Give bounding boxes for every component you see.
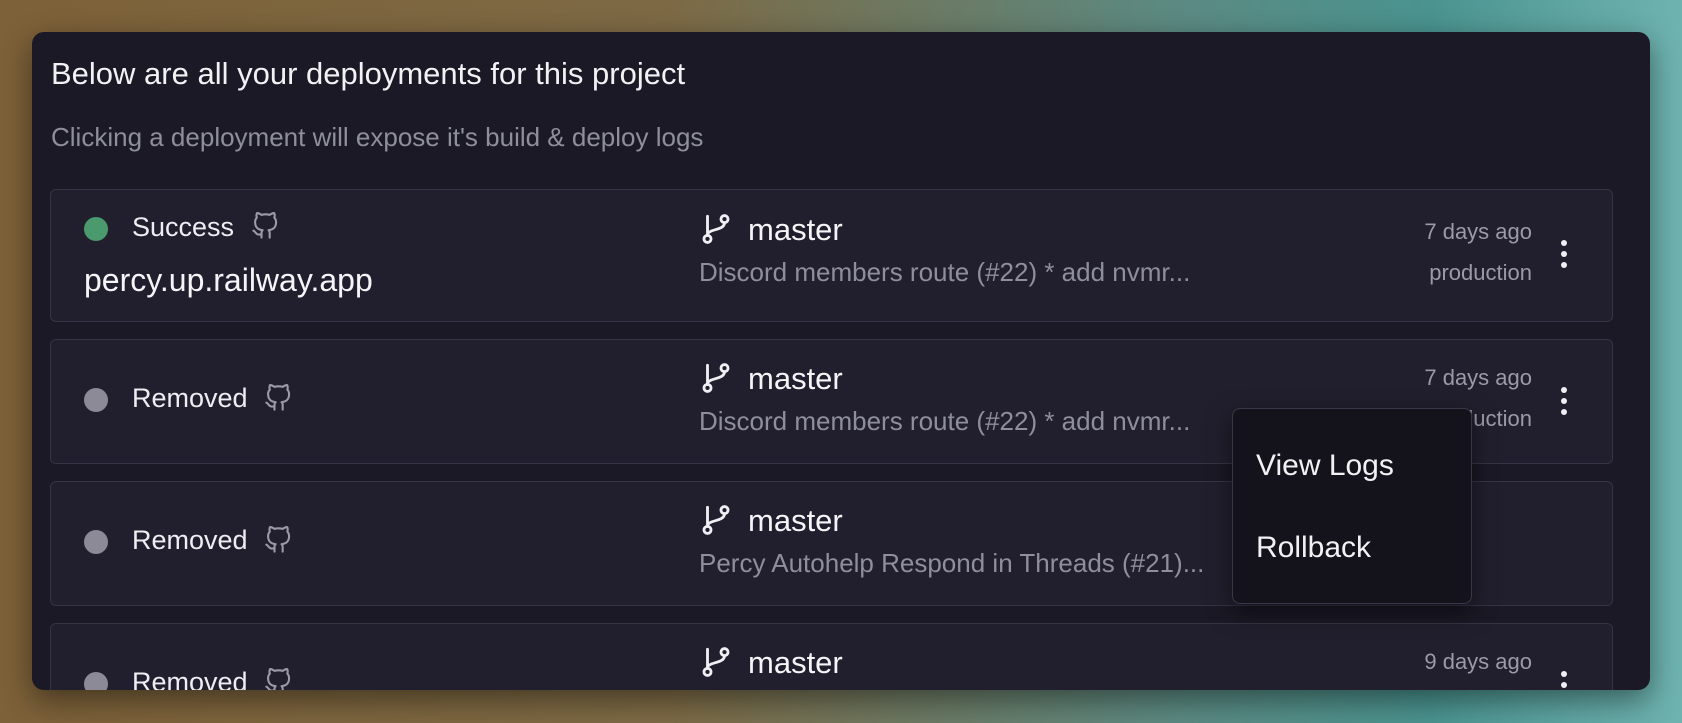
status-dot-removed	[84, 530, 108, 554]
git-branch-icon	[699, 503, 733, 537]
branch-name: master	[748, 361, 843, 396]
status-dot-success	[84, 217, 108, 241]
deployment-status: Removed	[132, 667, 248, 690]
deployment-time: 7 days ago	[1424, 219, 1532, 244]
git-branch-icon	[699, 361, 733, 395]
deployments-panel: Below are all your deployments for this …	[32, 32, 1650, 690]
git-branch-icon	[699, 212, 733, 246]
deployment-row[interactable]: Removed master 9 days ago	[50, 623, 1613, 690]
more-vertical-icon[interactable]	[1554, 236, 1574, 272]
deployment-row[interactable]: Success percy.up.railway.app master Disc…	[50, 189, 1613, 322]
commit-message: Percy Autohelp Respond in Threads (#21).…	[699, 548, 1205, 578]
commit-message: Discord members route (#22) * add nvmr..…	[699, 406, 1191, 436]
branch-name: master	[748, 503, 843, 538]
page-title: Below are all your deployments for this …	[51, 56, 686, 91]
menu-item-view-logs[interactable]: View Logs	[1233, 431, 1471, 501]
more-vertical-icon[interactable]	[1554, 667, 1574, 690]
git-branch-icon	[699, 645, 733, 679]
github-icon	[251, 212, 279, 240]
branch-name: master	[748, 645, 843, 680]
deployment-domain-link[interactable]: percy.up.railway.app	[84, 262, 373, 299]
deployment-status: Removed	[132, 525, 248, 555]
status-dot-removed	[84, 388, 108, 412]
github-icon	[264, 668, 292, 690]
status-dot-removed	[84, 672, 108, 690]
deployment-context-menu: View Logs Rollback	[1232, 408, 1472, 604]
commit-message: Discord members route (#22) * add nvmr..…	[699, 257, 1191, 287]
deployment-time: 9 days ago	[1424, 649, 1532, 674]
branch-name: master	[748, 212, 843, 247]
deployment-status: Removed	[132, 383, 248, 413]
menu-item-rollback[interactable]: Rollback	[1233, 513, 1471, 583]
deployment-status: Success	[132, 212, 235, 242]
github-icon	[264, 384, 292, 412]
deployment-environment: production	[1429, 260, 1532, 285]
page-subtitle: Clicking a deployment will expose it's b…	[51, 122, 704, 152]
deployment-time: 7 days ago	[1424, 365, 1532, 390]
more-vertical-icon[interactable]	[1554, 383, 1574, 419]
github-icon	[264, 526, 292, 554]
